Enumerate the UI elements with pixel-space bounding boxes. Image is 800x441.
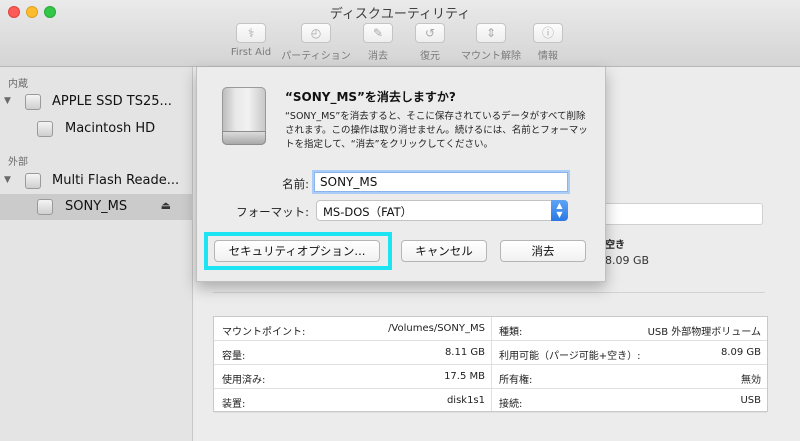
- disclosure-triangle-icon[interactable]: ▼: [4, 96, 11, 106]
- erase-button[interactable]: ✎ 消去: [358, 23, 398, 63]
- sidebar-item-macintosh-hd[interactable]: Macintosh HD: [0, 116, 193, 142]
- used-value: 17.5 MB: [444, 371, 485, 382]
- restore-button[interactable]: ↺ 復元: [408, 23, 452, 63]
- sidebar-item-multi-flash-reader[interactable]: ▼ Multi Flash Reade...: [0, 168, 193, 194]
- info-table: マウントポイント: /Volumes/SONY_MS 種類: USB 外部物理ボ…: [213, 316, 768, 413]
- mount-point-value: /Volumes/SONY_MS: [388, 323, 485, 334]
- sidebar-item-label: SONY_MS: [65, 199, 128, 214]
- cancel-button[interactable]: キャンセル: [401, 240, 487, 262]
- eject-icon[interactable]: ⏏: [161, 199, 171, 212]
- name-label: 名前:: [282, 177, 309, 191]
- erase-icon: ✎: [363, 23, 393, 43]
- usage-bar: [597, 203, 763, 225]
- available-value: 8.09 GB: [720, 347, 761, 358]
- restore-label: 復元: [420, 51, 440, 62]
- column-divider: [491, 317, 492, 411]
- security-options-highlight: [204, 232, 392, 270]
- first-aid-label: First Aid: [230, 47, 272, 58]
- partition-icon: ◴: [301, 23, 331, 43]
- sidebar-item-label: Macintosh HD: [65, 121, 156, 136]
- disclosure-triangle-icon[interactable]: ▼: [4, 175, 11, 185]
- restore-icon: ↺: [415, 23, 445, 43]
- device-label: 装置:: [222, 399, 246, 410]
- connection-label: 接続:: [499, 399, 523, 410]
- sidebar-item-label: APPLE SSD TS25...: [52, 94, 172, 109]
- ownership-value: 無効: [741, 375, 761, 386]
- dialog-title: “SONY_MS”を消去しますか?: [285, 90, 456, 104]
- type-label: 種類:: [499, 327, 523, 338]
- sidebar-item-label: Multi Flash Reade...: [52, 173, 180, 188]
- window-titlebar: ディスクユーティリティ ⚕ First Aid ◴ パーティション ✎ 消去 ↺…: [0, 0, 800, 67]
- partition-button[interactable]: ◴ パーティション: [280, 23, 352, 63]
- unmount-button[interactable]: ⇕ マウント解除: [460, 23, 522, 63]
- free-space-value: 8.09 GB: [605, 254, 650, 267]
- capacity-value: 8.11 GB: [444, 347, 485, 358]
- internal-disk-icon: [25, 94, 41, 110]
- type-value: USB 外部物理ボリューム: [647, 327, 761, 338]
- name-input[interactable]: SONY_MS: [314, 172, 568, 192]
- first-aid-button[interactable]: ⚕ First Aid: [228, 23, 274, 63]
- erase-label: 消去: [368, 51, 388, 62]
- unmount-icon: ⇕: [476, 23, 506, 43]
- external-disk-icon: [25, 173, 41, 189]
- sidebar-item-sony-ms[interactable]: SONY_MS ⏏: [0, 194, 193, 220]
- select-arrows-icon: ▲ ▼: [551, 200, 568, 221]
- partition-label: パーティション: [281, 51, 351, 62]
- capacity-label: 容量:: [222, 351, 246, 362]
- format-select[interactable]: MS-DOS（FAT） ▲ ▼: [316, 200, 568, 221]
- available-label: 利用可能（パージ可能+空き）:: [499, 351, 641, 362]
- used-label: 使用済み:: [222, 375, 266, 386]
- info-label: 情報: [538, 51, 558, 62]
- sidebar-item-apple-ssd[interactable]: ▼ APPLE SSD TS25...: [0, 89, 193, 115]
- device-value: disk1s1: [446, 395, 485, 406]
- mount-point-label: マウントポイント:: [222, 327, 306, 338]
- info-button[interactable]: ⓘ 情報: [528, 23, 568, 63]
- ownership-label: 所有権:: [499, 375, 533, 386]
- dialog-message: “SONY_MS”を消去すると、そこに保存されているデータがすべて削除されます。…: [285, 111, 588, 150]
- stethoscope-icon: ⚕: [236, 23, 266, 43]
- free-space-label: 空き: [605, 240, 625, 251]
- sidebar: 内蔵 ▼ APPLE SSD TS25... Macintosh HD 外部 ▼…: [0, 67, 193, 441]
- sidebar-section-internal: 内蔵: [8, 79, 28, 90]
- divider: [213, 292, 765, 293]
- window-title: ディスクユーティリティ: [329, 7, 471, 22]
- format-label: フォーマット:: [236, 205, 309, 219]
- volume-icon: [37, 199, 53, 215]
- connection-value: USB: [740, 395, 761, 406]
- sidebar-section-external: 外部: [8, 157, 28, 168]
- format-select-value: MS-DOS（FAT）: [323, 205, 413, 219]
- unmount-label: マウント解除: [461, 51, 521, 62]
- erase-confirm-button[interactable]: 消去: [500, 240, 586, 262]
- external-drive-icon: [219, 87, 269, 147]
- info-icon: ⓘ: [533, 23, 563, 43]
- volume-icon: [37, 121, 53, 137]
